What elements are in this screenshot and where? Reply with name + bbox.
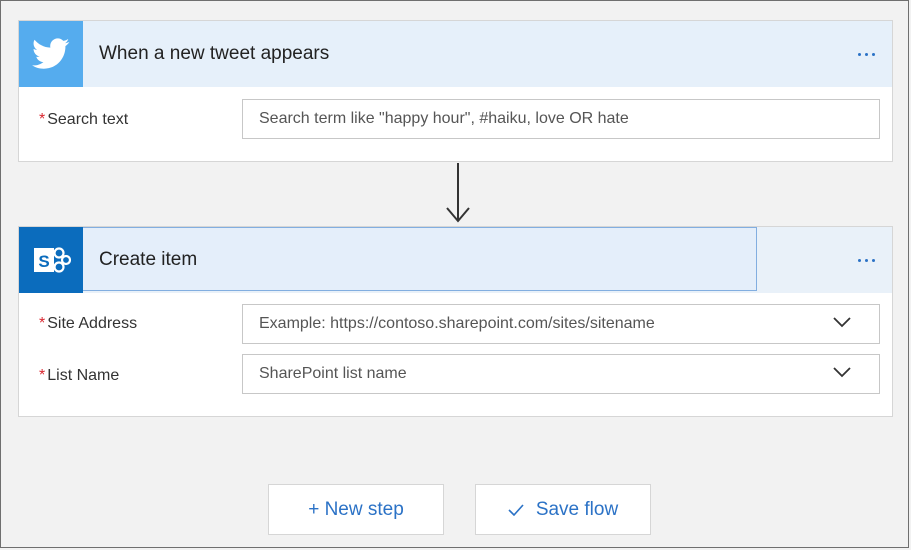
search-text-label: * Search text bbox=[39, 111, 128, 129]
trigger-card-twitter: When a new tweet appears * Search text bbox=[18, 20, 893, 162]
required-marker: * bbox=[39, 315, 46, 332]
required-marker: * bbox=[39, 111, 46, 128]
dot-icon bbox=[871, 52, 875, 56]
site-address-label: * Site Address bbox=[39, 315, 137, 333]
dot-icon bbox=[871, 258, 875, 262]
site-address-label-text: Site Address bbox=[47, 315, 138, 332]
dot-icon bbox=[864, 258, 868, 262]
list-name-label-text: List Name bbox=[47, 367, 120, 384]
dot-icon bbox=[857, 258, 861, 262]
required-marker: * bbox=[39, 367, 46, 384]
action-title: Create item bbox=[99, 249, 198, 270]
list-name-placeholder: SharePoint list name bbox=[259, 365, 407, 382]
action-card-header[interactable]: S Create item bbox=[19, 227, 892, 293]
sharepoint-icon: S bbox=[19, 227, 83, 293]
save-flow-label: Save flow bbox=[535, 498, 619, 520]
trigger-card-header[interactable]: When a new tweet appears bbox=[19, 21, 892, 87]
dot-icon bbox=[864, 52, 868, 56]
twitter-bird-icon bbox=[19, 21, 83, 87]
new-step-button[interactable]: + New step bbox=[268, 484, 444, 535]
action-more-options-button[interactable] bbox=[848, 248, 884, 272]
save-flow-button[interactable]: Save flow bbox=[475, 484, 651, 535]
search-text-label-text: Search text bbox=[47, 111, 129, 128]
arrow-down-icon bbox=[446, 163, 470, 223]
trigger-more-options-button[interactable] bbox=[848, 42, 884, 66]
new-step-label: + New step bbox=[308, 498, 404, 520]
action-card-sharepoint: S Create item * Site Address Example: htt… bbox=[18, 226, 893, 417]
site-address-placeholder: Example: https://contoso.sharepoint.com/… bbox=[259, 315, 655, 332]
chevron-down-icon bbox=[833, 317, 851, 328]
list-name-dropdown[interactable]: SharePoint list name bbox=[242, 354, 880, 394]
dot-icon bbox=[857, 52, 861, 56]
trigger-title: When a new tweet appears bbox=[99, 43, 330, 64]
checkmark-icon bbox=[508, 503, 524, 516]
site-address-dropdown[interactable]: Example: https://contoso.sharepoint.com/… bbox=[242, 304, 880, 344]
list-name-label: * List Name bbox=[39, 367, 119, 385]
chevron-down-icon bbox=[833, 367, 851, 378]
search-text-input[interactable] bbox=[242, 99, 880, 139]
sharepoint-icon-letter: S bbox=[38, 252, 49, 271]
